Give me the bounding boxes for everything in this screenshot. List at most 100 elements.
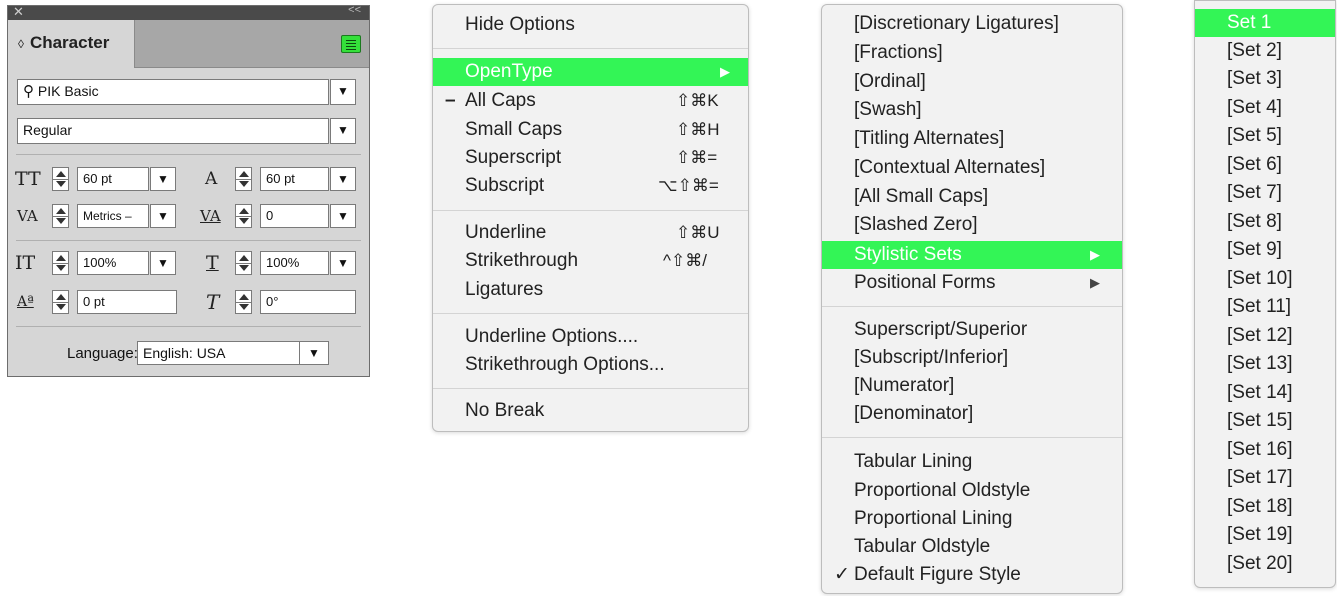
font-size-dropdown[interactable]: ▼ [150,167,176,191]
menu-item-set[interactable]: [Set 15] [1195,407,1335,435]
menu-item-label: [Slashed Zero] [854,214,978,235]
menu-item-set[interactable]: [Set 9] [1195,236,1335,264]
menu-item-all-small-caps[interactable]: [All Small Caps] [822,183,1122,211]
menu-item-tabular-lining[interactable]: Tabular Lining [822,448,1122,476]
tab-character[interactable]: ◊ Character [8,20,135,68]
chevron-down-icon: ▼ [337,84,349,98]
leading-field[interactable]: 60 pt [260,167,329,191]
menu-item-tabular-oldstyle[interactable]: Tabular Oldstyle [822,533,1122,561]
menu-item-label: [Set 16] [1227,439,1293,460]
menu-item-underline-options[interactable]: Underline Options.... [433,323,748,351]
leading-dropdown[interactable]: ▼ [330,167,356,191]
skew-field[interactable]: 0° [260,290,356,314]
menu-item-set[interactable]: [Set 12] [1195,322,1335,350]
font-style-field[interactable]: Regular [17,118,329,144]
vertical-scale-dropdown[interactable]: ▼ [150,251,176,275]
tracking-value: 0 [266,208,274,223]
menu-item-set[interactable]: [Set 10] [1195,265,1335,293]
menu-item-strikethrough-options[interactable]: Strikethrough Options... [433,351,748,379]
menu-item-label: [Set 19] [1227,524,1293,545]
baseline-shift-field[interactable]: 0 pt [77,290,177,314]
menu-item-subscript-inferior[interactable]: [Subscript/Inferior] [822,344,1122,372]
skew-value: 0° [266,294,279,309]
menu-item-label: [Set 5] [1227,125,1282,146]
font-family-dropdown[interactable]: ▼ [330,79,356,105]
font-size-field[interactable]: 60 pt [77,167,149,191]
leading-value: 60 pt [266,171,295,186]
kerning-dropdown[interactable]: ▼ [150,204,176,228]
menu-item-set[interactable]: [Set 7] [1195,179,1335,207]
menu-item-set[interactable]: [Set 13] [1195,350,1335,378]
menu-item-set[interactable]: Set 1 [1195,9,1335,37]
menu-item-set[interactable]: [Set 11] [1195,293,1335,321]
menu-item-ordinal[interactable]: [Ordinal] [822,68,1122,96]
menu-item-label: [Set 3] [1227,68,1282,89]
menu-item-fractions[interactable]: [Fractions] [822,39,1122,67]
menu-item-denominator[interactable]: [Denominator] [822,400,1122,428]
tracking-dropdown[interactable]: ▼ [330,204,356,228]
menu-item-proportional-oldstyle[interactable]: Proportional Oldstyle [822,477,1122,505]
font-size-stepper[interactable] [52,167,69,191]
menu-item-numerator[interactable]: [Numerator] [822,372,1122,400]
menu-item-strikethrough[interactable]: Strikethrough ^⇧⌘/ [433,247,748,275]
menu-item-set[interactable]: [Set 8] [1195,208,1335,236]
chevron-down-icon: ▼ [337,256,349,270]
vertical-scale-field[interactable]: 100% [77,251,149,275]
menu-item-set[interactable]: [Set 16] [1195,436,1335,464]
language-field[interactable]: English: USA [137,341,300,365]
horizontal-scale-dropdown[interactable]: ▼ [330,251,356,275]
menu-item-set[interactable]: [Set 18] [1195,493,1335,521]
menu-item-no-break[interactable]: No Break [433,397,748,425]
collapse-icon[interactable]: << [348,4,361,16]
menu-item-titling-alternates[interactable]: [Titling Alternates] [822,125,1122,153]
menu-item-label: [Set 10] [1227,268,1293,289]
tracking-stepper[interactable] [235,204,252,228]
menu-item-set[interactable]: [Set 17] [1195,464,1335,492]
menu-item-label: Set 1 [1227,12,1272,33]
menu-shortcut: ^⇧⌘/ [663,251,707,270]
horizontal-scale-stepper[interactable] [235,251,252,275]
menu-item-discretionary-ligatures[interactable]: [Discretionary Ligatures] [822,10,1122,38]
font-style-dropdown[interactable]: ▼ [330,118,356,144]
menu-item-set[interactable]: [Set 2] [1195,37,1335,65]
menu-item-opentype[interactable]: OpenType ▶ [433,58,748,86]
menu-item-small-caps[interactable]: Small Caps ⇧⌘H [433,116,748,144]
menu-item-superscript[interactable]: Superscript ⇧⌘= [433,144,748,172]
menu-item-set[interactable]: [Set 14] [1195,379,1335,407]
menu-item-set[interactable]: [Set 3] [1195,65,1335,93]
menu-item-underline[interactable]: Underline ⇧⌘U [433,219,748,247]
horizontal-scale-field[interactable]: 100% [260,251,329,275]
panel-tab-row: ◊ Character [8,20,369,68]
menu-item-set[interactable]: [Set 20] [1195,550,1335,578]
menu-item-set[interactable]: [Set 19] [1195,521,1335,549]
menu-item-set[interactable]: [Set 5] [1195,122,1335,150]
font-family-field[interactable]: ⚲ PIK Basic [17,79,329,105]
menu-item-swash[interactable]: [Swash] [822,96,1122,124]
menu-item-label: OpenType [465,61,553,82]
menu-item-stylistic-sets[interactable]: Stylistic Sets ▶ [822,241,1122,269]
font-style-value: Regular [23,122,73,138]
menu-item-contextual-alternates[interactable]: [Contextual Alternates] [822,154,1122,182]
skew-stepper[interactable] [235,290,252,314]
leading-stepper[interactable] [235,167,252,191]
kerning-field[interactable]: Metrics – [77,204,149,228]
menu-item-set[interactable]: [Set 4] [1195,94,1335,122]
menu-item-subscript[interactable]: Subscript ⌥⇧⌘= [433,172,748,200]
menu-item-positional-forms[interactable]: Positional Forms ▶ [822,269,1122,297]
menu-item-superscript-superior[interactable]: Superscript/Superior [822,316,1122,344]
kerning-stepper[interactable] [52,204,69,228]
tracking-field[interactable]: 0 [260,204,329,228]
divider [16,240,361,241]
close-icon[interactable]: ✕ [13,4,24,20]
menu-item-proportional-lining[interactable]: Proportional Lining [822,505,1122,533]
baseline-shift-stepper[interactable] [52,290,69,314]
menu-item-all-caps[interactable]: – All Caps ⇧⌘K [433,87,748,115]
menu-item-ligatures[interactable]: Ligatures [433,276,748,304]
panel-menu-button[interactable] [341,35,361,53]
language-dropdown[interactable]: ▼ [299,341,329,365]
menu-item-hide-options[interactable]: Hide Options [433,11,748,39]
menu-item-set[interactable]: [Set 6] [1195,151,1335,179]
vertical-scale-stepper[interactable] [52,251,69,275]
menu-item-slashed-zero[interactable]: [Slashed Zero] [822,211,1122,239]
menu-item-default-figure-style[interactable]: ✓ Default Figure Style [822,561,1122,589]
